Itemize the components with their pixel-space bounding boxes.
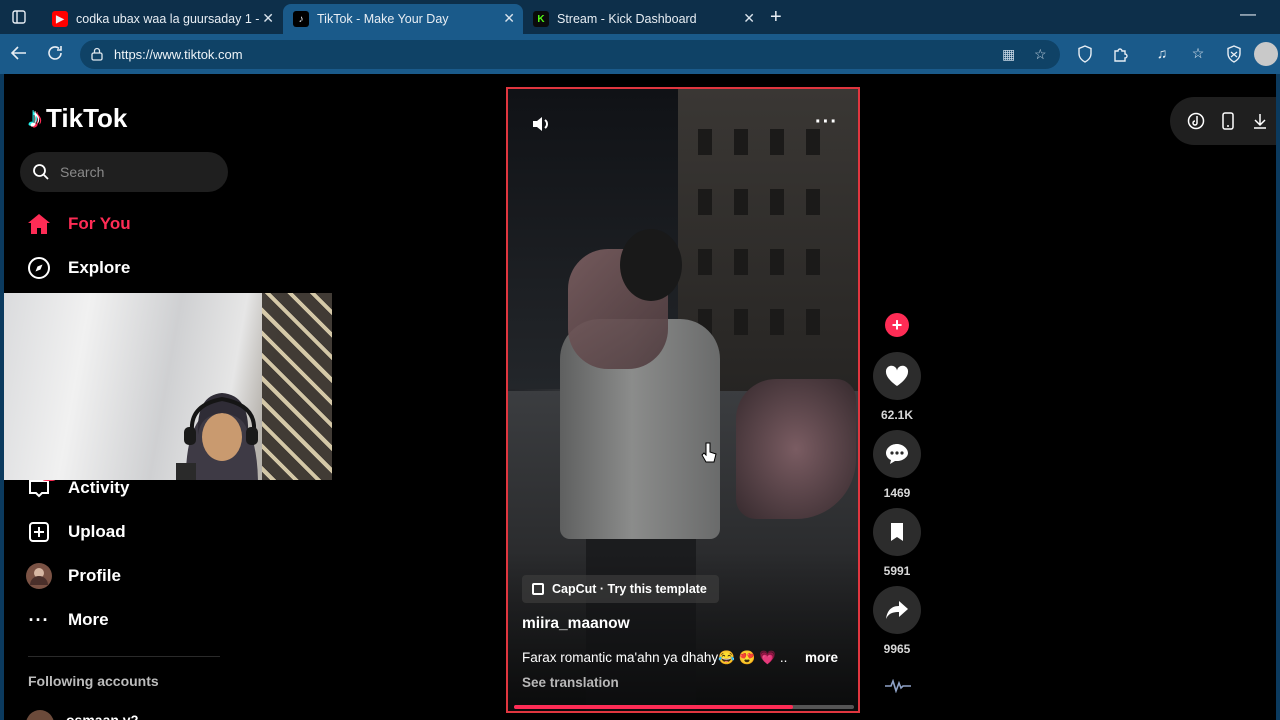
favorites-icon[interactable]: ☆ xyxy=(1189,45,1207,63)
download-icon[interactable] xyxy=(1250,111,1270,131)
sidebar-item-label: Explore xyxy=(68,258,131,277)
webcam-background-pattern xyxy=(262,293,332,480)
browser-address-bar: https://www.tiktok.com ▦ ☆ ♫ ☆ xyxy=(0,34,1280,74)
caption-more-link[interactable]: more xyxy=(805,650,838,665)
search-placeholder: Search xyxy=(60,164,105,180)
extensions-icon[interactable] xyxy=(1112,45,1130,63)
comment-action[interactable]: 1469 xyxy=(872,430,922,500)
capcut-template-link[interactable]: CapCut · Try this template xyxy=(522,575,719,603)
save-count: 5991 xyxy=(883,564,911,578)
heart-icon[interactable] xyxy=(873,352,921,400)
tiktok-logo[interactable]: ♪ TikTok xyxy=(28,102,127,134)
following-account-item[interactable]: osmaan v2 xyxy=(26,702,138,720)
sidebar-item-label: Upload xyxy=(68,522,126,541)
tiktok-note-icon: ♪ xyxy=(28,102,42,133)
media-icon[interactable]: ♫ xyxy=(1153,45,1171,63)
video-caption: Farax romantic ma'ahn ya dhahy😂 😍 💗 .. m… xyxy=(522,650,852,666)
close-icon[interactable]: ✕ xyxy=(503,10,515,27)
share-count: 9965 xyxy=(883,642,911,656)
more-options-icon[interactable]: ··· xyxy=(815,111,838,134)
sidebar-item-explore[interactable]: Explore xyxy=(26,252,130,284)
mobile-device-icon[interactable] xyxy=(1218,111,1238,131)
like-count: 62.1K xyxy=(880,408,914,422)
sidebar-item-upload[interactable]: Upload xyxy=(26,516,126,548)
search-input[interactable]: Search xyxy=(20,152,228,192)
tab-kick[interactable]: K Stream - Kick Dashboard ✕ xyxy=(523,4,763,34)
share-icon[interactable] xyxy=(873,586,921,634)
video-dress xyxy=(736,379,856,519)
shield-icon[interactable] xyxy=(1076,45,1094,63)
following-accounts-heading: Following accounts xyxy=(28,673,159,689)
sidebar-item-label: Profile xyxy=(68,566,121,585)
browser-profile-avatar[interactable] xyxy=(1254,42,1278,66)
search-icon xyxy=(33,164,49,180)
kick-icon: K xyxy=(533,11,549,27)
video-author[interactable]: miira_maanow xyxy=(522,615,630,633)
lock-icon[interactable] xyxy=(90,47,104,61)
volume-icon[interactable] xyxy=(530,113,552,140)
sidebar-divider xyxy=(28,656,220,657)
sidebar-item-label: Activity xyxy=(68,478,130,497)
sidebar-item-for-you[interactable]: For You xyxy=(26,208,131,240)
tab-title: TikTok - Make Your Day xyxy=(317,12,449,26)
youtube-icon: ▶ xyxy=(52,11,68,27)
capcut-label: CapCut · Try this template xyxy=(552,582,707,596)
video-player[interactable]: ··· CapCut · Try this template miira_maa… xyxy=(506,87,860,713)
right-tools-panel xyxy=(1170,97,1276,145)
webcam-overlay xyxy=(4,293,332,480)
minimize-button[interactable]: — xyxy=(1240,6,1256,24)
refresh-icon[interactable] xyxy=(46,44,64,67)
home-icon xyxy=(26,211,52,237)
compass-icon xyxy=(26,255,52,281)
caption-text: Farax romantic ma'ahn ya dhahy😂 😍 💗 .. xyxy=(522,650,788,665)
account-name: osmaan v2 xyxy=(66,712,139,720)
share-action[interactable]: 9965 xyxy=(872,586,922,656)
sidebar-item-label: More xyxy=(68,610,109,629)
tab-title: codka ubax waa la guursaday 1 - xyxy=(76,12,260,26)
favorite-star-icon[interactable]: ☆ xyxy=(1034,46,1047,63)
more-dots-icon: ··· xyxy=(28,609,50,630)
comment-icon[interactable] xyxy=(873,430,921,478)
tab-youtube[interactable]: ▶ codka ubax waa la guursaday 1 - ✕ xyxy=(42,4,282,34)
tab-tiktok[interactable]: ♪ TikTok - Make Your Day ✕ xyxy=(283,4,523,34)
like-action[interactable]: 62.1K xyxy=(872,352,922,422)
follow-button[interactable]: + xyxy=(885,313,909,337)
account-avatar xyxy=(26,710,54,720)
close-icon[interactable]: ✕ xyxy=(743,10,755,27)
video-person-head xyxy=(620,229,682,301)
mouse-cursor-icon xyxy=(701,442,717,469)
browser-tab-bar: ▶ codka ubax waa la guursaday 1 - ✕ ♪ Ti… xyxy=(0,0,1280,34)
sidebar-item-label: For You xyxy=(68,214,131,233)
sidebar-item-more[interactable]: ··· More xyxy=(26,604,109,636)
see-translation-link[interactable]: See translation xyxy=(522,675,619,690)
profile-avatar xyxy=(26,563,52,589)
tiktok-circle-icon[interactable] xyxy=(1186,111,1206,131)
tiktok-page: ♪ TikTok Search For You Explore 33 Activ… xyxy=(4,74,1276,720)
app-available-icon[interactable]: ▦ xyxy=(1002,46,1015,63)
url-field[interactable]: https://www.tiktok.com ▦ ☆ xyxy=(80,40,1060,69)
video-progress-bar[interactable] xyxy=(514,705,854,709)
music-wave-icon[interactable] xyxy=(884,678,912,698)
logo-text: TikTok xyxy=(46,102,128,133)
sidebar-item-profile[interactable]: Profile xyxy=(26,560,121,592)
close-icon[interactable]: ✕ xyxy=(262,10,274,27)
tab-title: Stream - Kick Dashboard xyxy=(557,12,697,26)
upload-plus-icon xyxy=(26,519,52,545)
save-action[interactable]: 5991 xyxy=(872,508,922,578)
comment-count: 1469 xyxy=(883,486,911,500)
back-icon[interactable] xyxy=(10,44,28,67)
tiktok-icon: ♪ xyxy=(293,11,309,27)
url-text: https://www.tiktok.com xyxy=(114,47,243,62)
video-progress-fill xyxy=(514,705,793,709)
browser-essentials-icon[interactable] xyxy=(1225,45,1243,63)
new-tab-button[interactable]: + xyxy=(770,6,782,29)
webcam-person xyxy=(176,393,258,480)
capcut-icon xyxy=(532,583,544,595)
bookmark-icon[interactable] xyxy=(873,508,921,556)
tab-actions-icon[interactable] xyxy=(8,7,30,27)
